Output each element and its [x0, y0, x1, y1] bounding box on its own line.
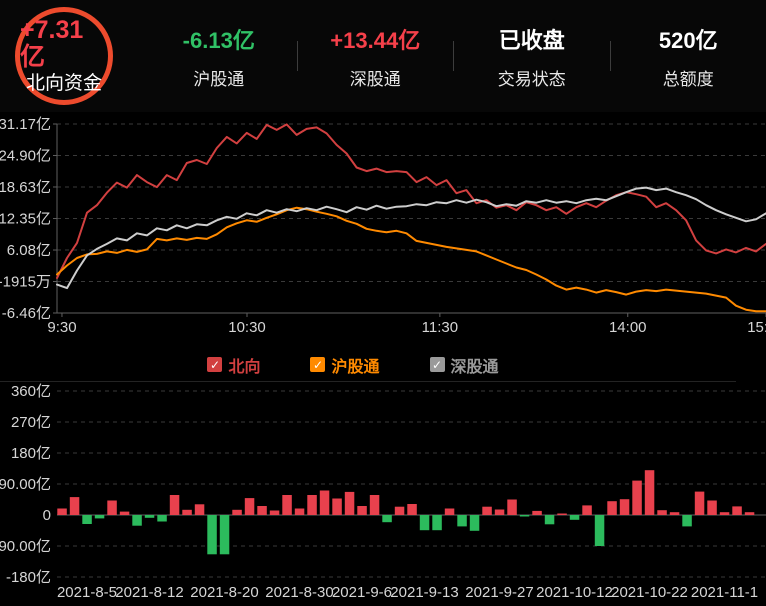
northbound-total-badge: +7.31亿 北向资金: [15, 7, 113, 105]
northbound-total-value: +7.31亿: [20, 17, 108, 72]
svg-text:24.90亿: 24.90亿: [0, 147, 51, 164]
daily-history-bar-chart[interactable]: 360亿270亿180亿90.00亿0-90.00亿-180亿2021-8-52…: [0, 382, 766, 606]
svg-text:2021-10-22: 2021-10-22: [611, 584, 688, 601]
svg-text:31.17亿: 31.17亿: [0, 116, 51, 133]
svg-text:10:30: 10:30: [228, 319, 266, 336]
header-stats: -6.13亿 沪股通 +13.44亿 深股通 已收盘 交易状态 520亿 总额度: [141, 0, 766, 112]
svg-text:11:30: 11:30: [422, 319, 458, 336]
stat-value: 520亿: [659, 23, 718, 55]
checkbox-checked-icon[interactable]: ✓: [310, 357, 325, 372]
stat-value: 已收盘: [499, 23, 565, 55]
legend-item-northbound[interactable]: ✓ 北向: [207, 353, 260, 377]
svg-text:2021-9-6: 2021-9-6: [332, 584, 392, 601]
svg-text:2021-9-27: 2021-9-27: [465, 584, 533, 601]
svg-text:2021-8-20: 2021-8-20: [190, 584, 258, 601]
legend-label: 沪股通: [331, 353, 379, 377]
svg-text:180亿: 180亿: [11, 445, 51, 462]
stat-value: -6.13亿: [183, 23, 255, 55]
northbound-funds-panel: +7.31亿 北向资金 -6.13亿 沪股通 +13.44亿 深股通 已收盘 交…: [0, 0, 766, 606]
svg-text:15:00: 15:00: [747, 319, 766, 336]
stat-label: 总额度: [663, 65, 714, 90]
svg-text:2021-11-1: 2021-11-1: [691, 584, 758, 601]
stat-shanghai-connect: -6.13亿 沪股通: [141, 23, 297, 90]
svg-text:12.35亿: 12.35亿: [0, 211, 51, 228]
stat-label: 深股通: [350, 65, 401, 90]
legend-label: 深股通: [451, 353, 499, 377]
stat-shenzhen-connect: +13.44亿 深股通: [298, 23, 454, 90]
svg-text:-90.00亿: -90.00亿: [0, 538, 51, 555]
svg-text:-6.46亿: -6.46亿: [2, 305, 51, 322]
svg-text:14:00: 14:00: [609, 319, 647, 336]
svg-text:2021-9-13: 2021-9-13: [390, 584, 458, 601]
svg-text:2021-8-30: 2021-8-30: [265, 584, 333, 601]
svg-text:0: 0: [43, 507, 51, 524]
legend-item-shenzhen-connect[interactable]: ✓ 深股通: [430, 353, 499, 377]
svg-text:360亿: 360亿: [11, 383, 51, 400]
legend-item-shanghai-connect[interactable]: ✓ 沪股通: [310, 353, 379, 377]
legend-label: 北向: [228, 353, 260, 377]
svg-text:2021-8-5: 2021-8-5: [57, 584, 117, 601]
stat-label: 沪股通: [193, 65, 244, 90]
stat-value: +13.44亿: [330, 23, 420, 55]
checkbox-checked-icon[interactable]: ✓: [207, 357, 222, 372]
stat-label: 交易状态: [498, 65, 566, 90]
intraday-line-chart[interactable]: 31.17亿 24.90亿 18.63亿 12.35亿 6.08亿 -1915万 -6.46…: [0, 112, 766, 348]
svg-text:270亿: 270亿: [11, 414, 51, 431]
svg-text:-180亿: -180亿: [6, 569, 51, 586]
svg-text:9:30: 9:30: [47, 319, 76, 336]
svg-text:18.63亿: 18.63亿: [0, 179, 51, 196]
intraday-line-chart-canvas[interactable]: 31.17亿 24.90亿 18.63亿 12.35亿 6.08亿 -1915万 -6.46…: [0, 112, 766, 348]
header: +7.31亿 北向资金 -6.13亿 沪股通 +13.44亿 深股通 已收盘 交…: [0, 0, 766, 112]
series-legend: ✓ 北向 ✓ 沪股通 ✓ 深股通: [0, 348, 736, 382]
daily-history-bar-chart-canvas[interactable]: 360亿270亿180亿90.00亿0-90.00亿-180亿2021-8-52…: [0, 382, 766, 606]
stat-total-quota: 520亿 总额度: [611, 23, 766, 90]
svg-text:2021-8-12: 2021-8-12: [115, 584, 183, 601]
checkbox-checked-icon[interactable]: ✓: [430, 357, 445, 372]
svg-text:2021-10-12: 2021-10-12: [536, 584, 613, 601]
svg-text:-1915万: -1915万: [0, 274, 51, 291]
northbound-total-label: 北向资金: [26, 72, 102, 96]
svg-text:6.08亿: 6.08亿: [7, 242, 51, 259]
stat-trading-status: 已收盘 交易状态: [454, 23, 610, 90]
svg-text:90.00亿: 90.00亿: [0, 476, 51, 493]
